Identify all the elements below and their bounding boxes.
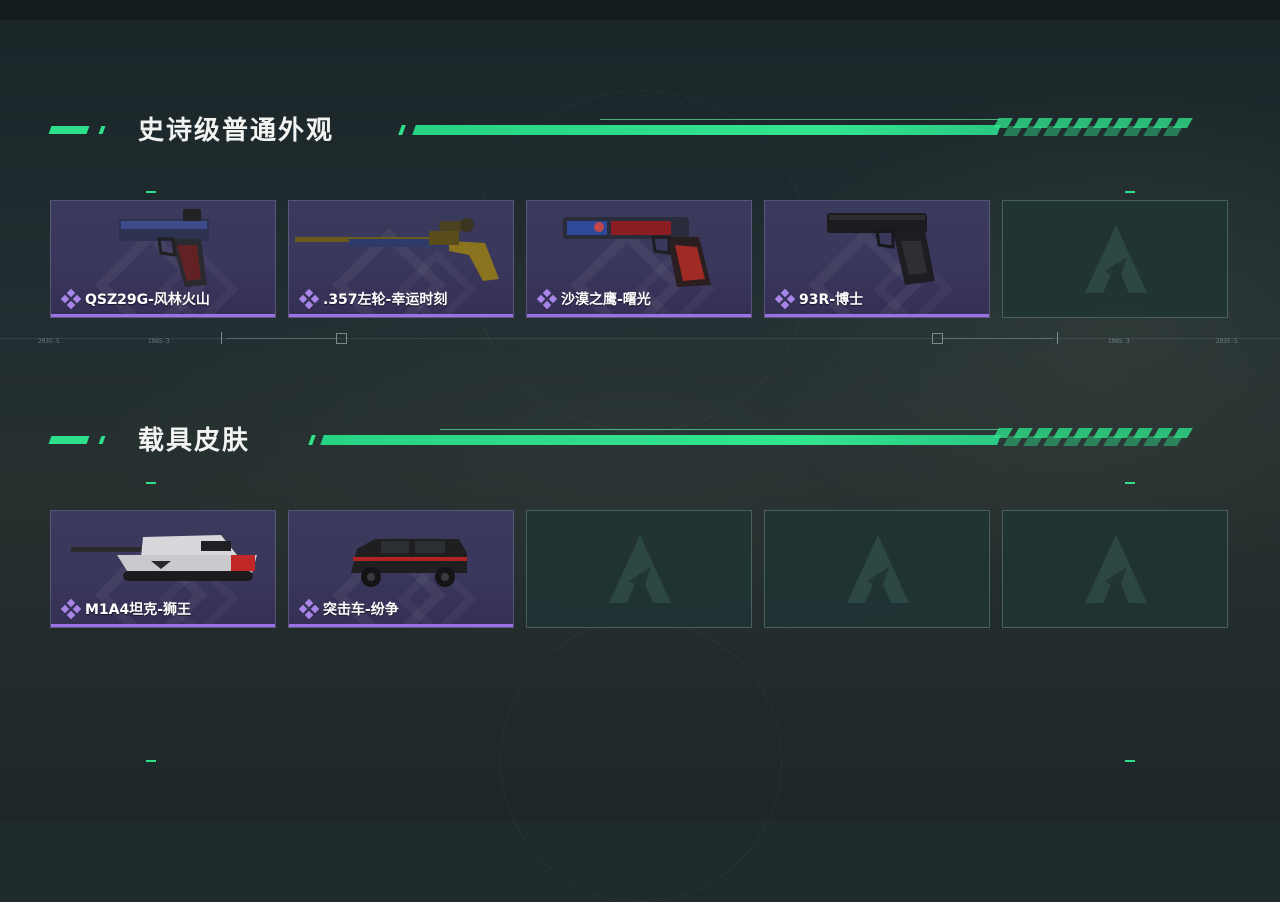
item-name: M1A4坦克-狮王: [85, 602, 192, 618]
divider-label: 1985-3: [1108, 338, 1130, 345]
divider-tick: [1057, 332, 1058, 344]
rarity-diamond-icon: [536, 288, 558, 310]
card-label: .357左轮-幸运时刻: [298, 288, 448, 310]
pistol-icon: [827, 213, 935, 285]
header-accent: [398, 125, 406, 135]
corner-tick: [146, 760, 156, 762]
rarity-diamond-icon: [60, 598, 82, 620]
pistol-icon: [563, 217, 711, 287]
header-line: [320, 435, 1001, 445]
corner-tick: [146, 191, 156, 193]
tank-icon: [71, 535, 257, 581]
header-accent: [98, 126, 106, 134]
header-checker: [1003, 436, 1186, 456]
item-card[interactable]: 突击车-纷争: [288, 510, 514, 628]
divider-segment: [226, 338, 336, 339]
header-thin-line: [440, 429, 1000, 430]
game-logo-icon: [1085, 225, 1147, 293]
card-label: 沙漠之鹰-曙光: [536, 288, 651, 310]
game-logo-icon: [1085, 535, 1147, 603]
item-card[interactable]: QSZ29G-风林火山: [50, 200, 276, 318]
rifle-icon: [295, 218, 499, 281]
item-name: 沙漠之鹰-曙光: [561, 292, 651, 308]
item-name: .357左轮-幸运时刻: [323, 292, 448, 308]
item-card[interactable]: 93R-博士: [764, 200, 990, 318]
truck-icon: [351, 539, 467, 587]
background-ring: [500, 620, 782, 902]
header-checker: [1003, 126, 1186, 146]
item-name: 93R-博士: [799, 292, 864, 308]
pistol-icon: [119, 209, 209, 287]
divider-line: [0, 338, 1280, 339]
divider-label: 1985-3: [148, 338, 170, 345]
divider-tick: [221, 332, 222, 344]
corner-tick: [1125, 191, 1135, 193]
rarity-diamond-icon: [774, 288, 796, 310]
section-header-epic: 史诗级普通外观: [0, 108, 1280, 148]
corner-tick: [1125, 482, 1135, 484]
card-label: 突击车-纷争: [298, 598, 399, 620]
header-line: [412, 125, 1001, 135]
rarity-diamond-icon: [298, 598, 320, 620]
game-logo-icon: [847, 535, 909, 603]
game-logo-icon: [609, 535, 671, 603]
corner-tick: [1125, 760, 1135, 762]
item-name: 突击车-纷争: [323, 602, 399, 618]
divider-label: 2035-5: [38, 338, 60, 345]
rarity-diamond-icon: [298, 288, 320, 310]
section-header-vehicle: 载具皮肤: [0, 418, 1280, 458]
top-bar: [0, 0, 1280, 20]
section-title: 载具皮肤: [138, 426, 251, 456]
header-accent: [308, 435, 316, 445]
item-name: QSZ29G-风林火山: [85, 292, 210, 308]
empty-slot: [764, 510, 990, 628]
card-label: M1A4坦克-狮王: [60, 598, 192, 620]
item-card[interactable]: 沙漠之鹰-曙光: [526, 200, 752, 318]
card-label: QSZ29G-风林火山: [60, 288, 210, 310]
empty-slot: [1002, 510, 1228, 628]
card-label: 93R-博士: [774, 288, 864, 310]
divider-square: [336, 333, 347, 344]
empty-slot: [1002, 200, 1228, 318]
header-accent: [98, 436, 106, 444]
empty-slot: [526, 510, 752, 628]
header-accent: [48, 126, 90, 134]
header-thin-line: [600, 119, 1000, 120]
divider-label: 2035-5: [1216, 338, 1238, 345]
corner-tick: [146, 482, 156, 484]
item-card[interactable]: M1A4坦克-狮王: [50, 510, 276, 628]
divider-segment: [943, 338, 1053, 339]
divider-square: [932, 333, 943, 344]
header-accent: [48, 436, 90, 444]
item-card[interactable]: .357左轮-幸运时刻: [288, 200, 514, 318]
section-title: 史诗级普通外观: [138, 116, 335, 146]
rarity-diamond-icon: [60, 288, 82, 310]
